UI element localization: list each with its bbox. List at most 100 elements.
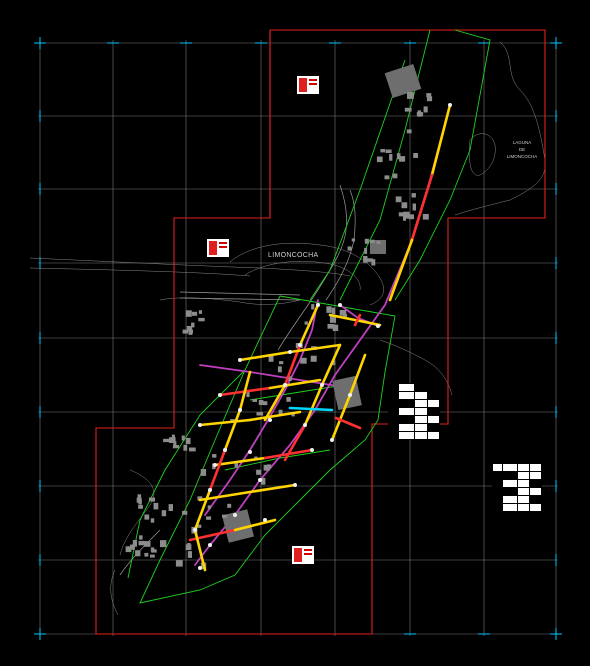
legend-table-row (387, 407, 441, 416)
legend-table-cell (426, 431, 441, 440)
house (286, 397, 291, 402)
legend-table-cell (529, 463, 542, 472)
legend-table-cell (529, 487, 542, 496)
legend-table-cell (529, 471, 542, 480)
legend-table-row (492, 463, 542, 472)
manhole-node (258, 478, 262, 482)
manhole-node (233, 513, 237, 517)
house (200, 469, 207, 476)
legend-table-cell (398, 407, 416, 416)
title-stamp-1 (297, 76, 319, 94)
house (169, 437, 176, 443)
legend-table-row (492, 479, 542, 488)
house (331, 307, 336, 315)
legend-table-row (492, 487, 542, 496)
legend-table-center (387, 383, 441, 440)
legend-table-cell (492, 479, 503, 488)
house (191, 322, 195, 328)
manhole-node (238, 358, 242, 362)
legend-table-cell (517, 463, 531, 472)
house (403, 216, 406, 221)
house (404, 107, 412, 112)
legend-table-row (492, 495, 542, 504)
legend-table-cell (387, 383, 400, 392)
legend-table-cell (414, 415, 428, 424)
house (364, 247, 368, 254)
manhole-node (263, 518, 267, 522)
house (138, 540, 145, 546)
house (192, 311, 198, 316)
legend-table-cell (426, 383, 441, 392)
legend-table-row (387, 415, 441, 424)
legend-table-cell (414, 423, 428, 432)
legend-table-cell (398, 431, 416, 440)
house (144, 541, 151, 547)
legend-table-cell (426, 415, 441, 424)
house (326, 306, 332, 313)
house (411, 193, 416, 198)
legend-table-cell (426, 399, 441, 408)
manhole-node (316, 303, 320, 307)
house (138, 499, 142, 505)
legend-table-cell (492, 471, 503, 480)
legend-table-cell (501, 479, 519, 488)
house (266, 464, 272, 469)
house (206, 516, 212, 520)
house (172, 445, 179, 449)
house (212, 454, 217, 458)
house (163, 438, 170, 443)
house (376, 240, 381, 244)
legend-table-cell (426, 391, 441, 400)
house (137, 494, 142, 499)
legend-table-cell (529, 479, 542, 488)
legend-table-cell (426, 407, 441, 416)
legend-table-cell (517, 503, 531, 512)
house (150, 554, 155, 558)
legend-table-cell (387, 391, 400, 400)
legend-table-cell (517, 479, 531, 488)
legend-table-cell (387, 415, 400, 424)
house (376, 156, 383, 163)
legend-table-cell (501, 487, 519, 496)
house (279, 361, 284, 365)
house (189, 447, 196, 452)
house (252, 398, 257, 402)
legend-table-cell (517, 455, 531, 464)
house (161, 510, 167, 517)
title-stamp-2 (207, 239, 229, 257)
legend-table-cell (492, 503, 503, 512)
house (310, 355, 317, 362)
legend-table-cell (414, 391, 428, 400)
legend-table-cell (398, 415, 416, 424)
house (401, 202, 408, 209)
house (183, 444, 188, 451)
manhole-node (198, 423, 202, 427)
house (380, 149, 386, 153)
house (135, 550, 141, 557)
legend-table-cell (414, 399, 428, 408)
legend-table-cell (398, 423, 416, 432)
legend-table-cell (426, 423, 441, 432)
manhole-node (198, 566, 202, 570)
legend-table-cell (492, 495, 503, 504)
legend-table-grid (492, 455, 542, 512)
manhole-node (208, 543, 212, 547)
manhole-node (298, 343, 302, 347)
house (144, 514, 150, 520)
legend-table-right (492, 455, 542, 512)
legend-table-cell (501, 495, 519, 504)
house (406, 129, 412, 134)
legend-table-cell (398, 391, 416, 400)
legend-table-cell (501, 463, 519, 472)
legend-table-row (492, 455, 542, 464)
house (389, 154, 393, 161)
legend-table-cell (517, 495, 531, 504)
manhole-node (310, 448, 314, 452)
legend-table-cell (387, 399, 400, 408)
house (395, 196, 402, 203)
manhole-node (376, 324, 380, 328)
house (412, 203, 416, 211)
manhole-node (288, 350, 292, 354)
house (332, 324, 339, 331)
house (364, 238, 369, 244)
